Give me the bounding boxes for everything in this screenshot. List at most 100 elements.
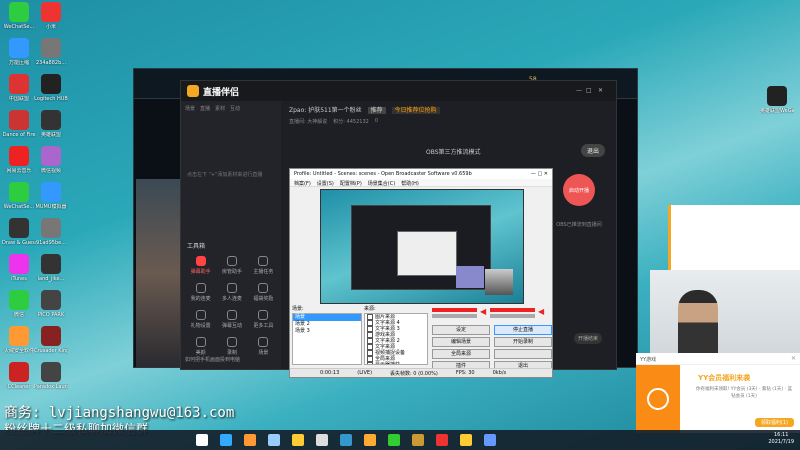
- scene-item[interactable]: 场景: [293, 314, 361, 321]
- taskbar-app-icon[interactable]: [412, 434, 424, 446]
- maximize-icon[interactable]: □: [586, 87, 592, 94]
- scenes-label: 场景:: [292, 306, 304, 312]
- obs-preview[interactable]: [320, 189, 524, 304]
- minimize-icon[interactable]: —: [576, 87, 582, 94]
- taskbar-app-icon[interactable]: [268, 434, 280, 446]
- obs-button[interactable]: 设定: [432, 325, 490, 335]
- mic-volume-slider[interactable]: [490, 314, 535, 318]
- desktop-icon[interactable]: CCleaner: [2, 362, 36, 390]
- desktop-icon[interactable]: 91ad95be...: [34, 218, 68, 246]
- finish-live-button[interactable]: 开播结束: [574, 333, 603, 344]
- obs-titlebar: Profile: Untitled - Scenes: scenes - Ope…: [290, 169, 552, 179]
- obs-menu-item[interactable]: 设置(S): [317, 180, 334, 187]
- phone-cast-hint[interactable]: 如何把手机画面投到电脑: [185, 356, 240, 363]
- obs-button[interactable]: 编辑场景: [432, 337, 490, 347]
- obs-button[interactable]: [494, 349, 552, 359]
- tool-item[interactable]: 房管助手: [216, 256, 247, 275]
- taskbar-app-icon[interactable]: [196, 434, 208, 446]
- desktop-icon[interactable]: iTunes: [2, 254, 36, 282]
- live-tab[interactable]: 场景: [185, 105, 195, 112]
- tool-item[interactable]: 更多工具: [248, 310, 279, 329]
- exit-obs-mode-button[interactable]: 退出: [581, 144, 606, 157]
- taskbar-app-icon[interactable]: [316, 434, 328, 446]
- toolbox-grid: 弹幕助手 房管助手 主播任务我的连麦 多人连麦 福袋奖励礼物设置 弹幕互动 更多工具美颜 录制…: [185, 256, 279, 356]
- desktop-icon-lol-wegame[interactable]: 英雄联盟WeGame版: [760, 86, 794, 114]
- obs-window[interactable]: Profile: Untitled - Scenes: scenes - Ope…: [289, 168, 553, 378]
- desktop-icon[interactable]: 火绒安全软件: [2, 326, 36, 354]
- yy-popup[interactable]: YY游戏 ✕ YY会员福利来袭 你有福利未领取! YY会员 (3天) · 紫钻 …: [636, 353, 800, 433]
- desktop-icon[interactable]: 微信: [2, 290, 36, 318]
- tool-item[interactable]: 场景: [248, 337, 279, 356]
- live-tab[interactable]: 互动: [230, 105, 240, 112]
- taskbar-app-icon[interactable]: [340, 434, 352, 446]
- scene-item[interactable]: 场景 2: [293, 321, 361, 328]
- obs-status-item: FPS: 30: [455, 370, 475, 376]
- live-tab[interactable]: 素材: [215, 105, 225, 112]
- tool-item[interactable]: 主播任务: [248, 256, 279, 275]
- obs-menu-item[interactable]: 帮助(H): [401, 180, 419, 187]
- preview-nested-app: [351, 205, 491, 290]
- desktop-icon[interactable]: 万能压缩: [2, 38, 36, 66]
- obs-menu-item[interactable]: 配置档(P): [340, 180, 362, 187]
- desktop-icon-label: Crusader Kings III: [34, 348, 68, 354]
- obs-statusbar: 0:00:13 (LIVE) 丢失帧数: 0 (0.00%) FPS: 30 0kb/s: [290, 368, 552, 377]
- taskbar: 16:11 2021/7/19: [0, 430, 800, 450]
- yy-close-icon[interactable]: ✕: [791, 355, 796, 362]
- mic-icon[interactable]: ◀: [538, 307, 544, 316]
- live-tab[interactable]: 直播: [200, 105, 210, 112]
- scene-item[interactable]: 场景 3: [293, 328, 361, 335]
- go-live-button[interactable]: 启动开播: [563, 174, 595, 206]
- close-icon[interactable]: ✕: [598, 87, 603, 94]
- obs-button[interactable]: 开始录制: [494, 337, 552, 347]
- preview-webcam: [485, 269, 513, 295]
- desktop-icon[interactable]: WeChatSe...: [2, 2, 36, 30]
- taskbar-app-icon[interactable]: [388, 434, 400, 446]
- obs-button[interactable]: 全局来源: [432, 349, 490, 359]
- desktop-icon[interactable]: WeChatSe...: [2, 182, 36, 210]
- obs-menu-item[interactable]: 档案(F): [294, 180, 311, 187]
- room-tag-promo[interactable]: 今日推荐位抢购: [391, 107, 440, 114]
- obs-menu-item[interactable]: 场景集合(C): [368, 180, 395, 187]
- desktop-icon[interactable]: 网易云音乐: [2, 146, 36, 174]
- desktop-icon[interactable]: MUMU模拟器: [34, 182, 68, 210]
- tool-item[interactable]: 福袋奖励: [248, 283, 279, 302]
- taskbar-clock[interactable]: 16:11 2021/7/19: [768, 432, 794, 446]
- obs-button[interactable]: 停止直播: [494, 325, 552, 335]
- desktop-icon[interactable]: 中国联盟: [2, 74, 36, 102]
- taskbar-app-icon[interactable]: [364, 434, 376, 446]
- speaker-icon[interactable]: ◀: [480, 307, 486, 316]
- desktop-icon[interactable]: Crusader Kings III: [34, 326, 68, 354]
- yy-claim-button[interactable]: 领取福利(1): [754, 418, 794, 427]
- desktop-icon[interactable]: 微信视频: [34, 146, 68, 174]
- desktop-audio-meter: [432, 308, 477, 312]
- desktop-icon[interactable]: 英雄联盟: [34, 110, 68, 138]
- desktop-icon[interactable]: Paradox Launcher: [34, 362, 68, 390]
- taskbar-app-icon[interactable]: [460, 434, 472, 446]
- desktop-icon[interactable]: PICO PARK: [34, 290, 68, 318]
- taskbar-app-icon[interactable]: [244, 434, 256, 446]
- room-tag[interactable]: 推荐: [367, 107, 386, 114]
- tool-item[interactable]: 录制: [216, 337, 247, 356]
- scene-list[interactable]: 场景 场景 2 场景 3: [292, 313, 362, 365]
- tool-item[interactable]: 弹幕助手: [185, 256, 216, 275]
- desktop-icon[interactable]: 234a882b...: [34, 38, 68, 66]
- desktop-icon[interactable]: Logitech HUB: [34, 74, 68, 102]
- desktop-icon[interactable]: land_jike...: [34, 254, 68, 282]
- source-list[interactable]: 图片来源 文字来源 4 文字来源 3 游戏来源 文字来源 2 文字来源 视频捕捉设备 全局来源…: [364, 313, 428, 365]
- tool-item[interactable]: 美颜: [185, 337, 216, 356]
- tool-item[interactable]: 礼物设置: [185, 310, 216, 329]
- taskbar-app-icon[interactable]: [436, 434, 448, 446]
- source-item[interactable]: 显示器捕获: [365, 362, 427, 364]
- tool-item[interactable]: 弹幕互动: [216, 310, 247, 329]
- desktop-volume-slider[interactable]: [432, 314, 477, 318]
- app-icon: [41, 146, 61, 166]
- taskbar-app-icon[interactable]: [292, 434, 304, 446]
- obs-window-controls[interactable]: — □ ✕: [531, 171, 548, 177]
- tool-item[interactable]: 我的连麦: [185, 283, 216, 302]
- taskbar-app-icon[interactable]: [220, 434, 232, 446]
- tool-item[interactable]: 多人连麦: [216, 283, 247, 302]
- desktop-icon[interactable]: Dance of Fire: [2, 110, 36, 138]
- desktop-icon[interactable]: 小米: [34, 2, 68, 30]
- taskbar-app-icon[interactable]: [484, 434, 496, 446]
- desktop-icon[interactable]: Draw & Guess: [2, 218, 36, 246]
